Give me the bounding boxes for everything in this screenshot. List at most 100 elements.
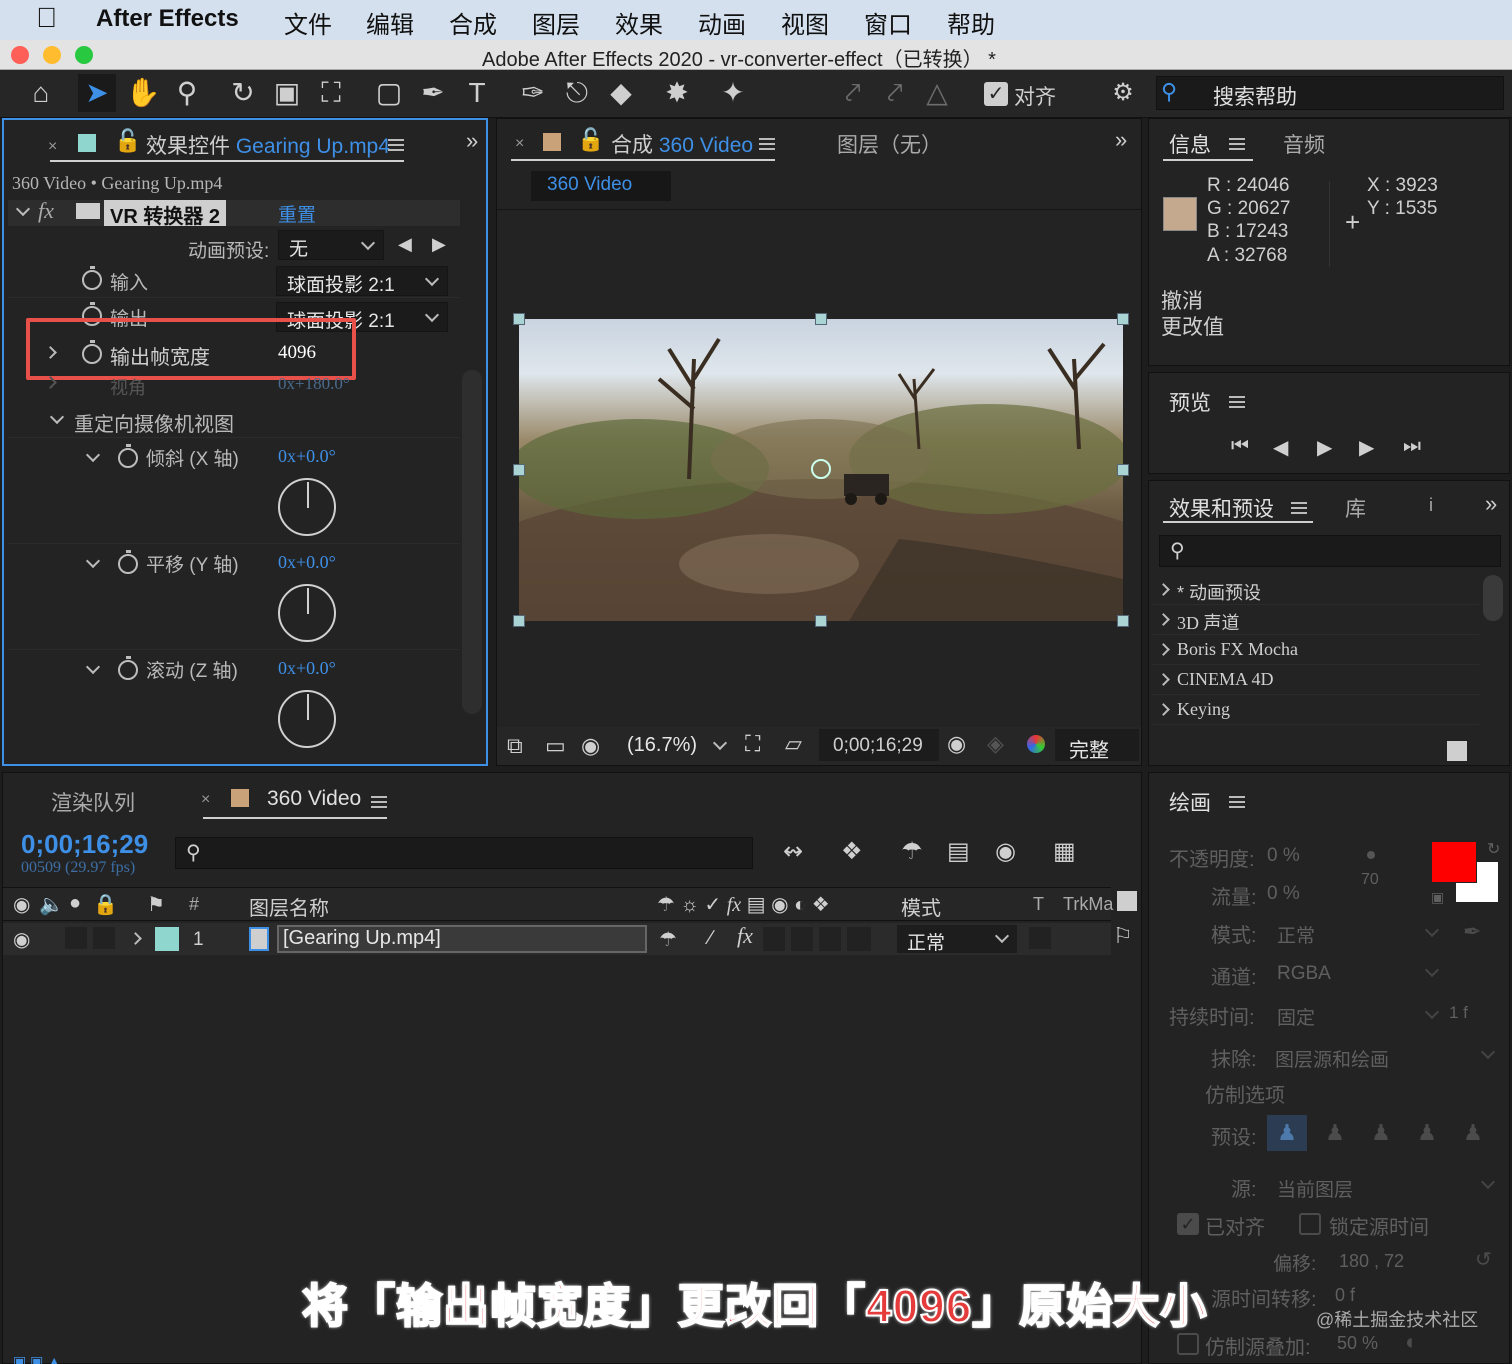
panel-overflow-icon[interactable]: » (466, 128, 478, 154)
first-frame-icon[interactable]: ⏮ (1231, 435, 1249, 458)
tab-render-queue[interactable]: 渲染队列 (51, 787, 135, 817)
tab-info[interactable]: 信息 (1169, 129, 1211, 159)
always-preview-icon[interactable]: ⧉ (507, 733, 523, 759)
transform-handle[interactable] (1117, 313, 1129, 325)
home-icon[interactable]: ⌂ (22, 74, 60, 112)
stopwatch-icon[interactable] (82, 266, 102, 290)
zoom-window-button[interactable] (75, 46, 93, 64)
layer-label-swatch[interactable] (155, 927, 179, 951)
collapse-property-icon[interactable] (85, 659, 101, 675)
source-dropdown[interactable]: 当前图层 (1277, 1175, 1353, 1202)
comp-sub-tab[interactable]: 360 Video (531, 171, 671, 201)
rotate-tool-icon[interactable]: ↻ (224, 74, 262, 112)
camera-tool-icon[interactable]: ▣ (268, 74, 306, 112)
menu-help[interactable]: 帮助 (947, 5, 995, 40)
clone-overlay-checkbox[interactable] (1177, 1333, 1199, 1355)
paint-title[interactable]: 绘画 (1169, 787, 1211, 817)
panel-menu-icon[interactable] (759, 137, 775, 155)
panel-menu-icon[interactable] (1229, 137, 1245, 155)
zoom-level-dropdown[interactable]: (16.7%) (627, 734, 697, 757)
shy-switch-icon[interactable]: ☂ (659, 927, 677, 952)
menu-animation[interactable]: 动画 (698, 5, 746, 40)
layer-search-input[interactable]: ⚲ (175, 837, 753, 869)
graph-editor-icon[interactable]: ▦ (1053, 837, 1076, 866)
info-icon[interactable]: i (1429, 495, 1433, 516)
collapse-property-icon[interactable] (85, 447, 101, 463)
menu-effect[interactable]: 效果 (615, 5, 663, 40)
rectangle-tool-icon[interactable]: ▢ (370, 74, 408, 112)
roll-value[interactable]: 0x+0.0° (278, 658, 336, 679)
aligned-checkbox[interactable]: ✓ (1177, 1213, 1199, 1235)
hand-tool-icon[interactable]: ✋ (124, 74, 162, 112)
lock-icon[interactable]: 🔒 (93, 892, 118, 917)
panel-menu-icon[interactable] (1229, 395, 1245, 413)
panel-menu-icon[interactable] (1229, 795, 1245, 813)
workspace-icon[interactable]: ⚙ (1104, 74, 1142, 112)
list-item[interactable]: Keying (1153, 695, 1479, 725)
solo-toggle[interactable] (65, 927, 87, 949)
bookmark-icon[interactable] (1117, 891, 1137, 911)
expand-layer-icon[interactable] (129, 932, 142, 945)
reset-link[interactable]: 重置 (278, 200, 316, 227)
duration-dropdown[interactable]: 固定 (1277, 1003, 1315, 1030)
clone-preset-2-icon[interactable]: ♟ (1315, 1115, 1355, 1151)
menu-window[interactable]: 窗口 (864, 5, 912, 40)
pan-behind-tool-icon[interactable]: ⛶ (312, 74, 350, 112)
effects-presets-title[interactable]: 效果和预设 (1169, 493, 1274, 523)
fx-icon[interactable]: fx (38, 198, 54, 224)
opacity-value[interactable]: 0 % (1267, 845, 1300, 867)
clone-preset-1-icon[interactable]: ♟ (1267, 1115, 1307, 1151)
effect-name[interactable]: VR 转换器 2 (104, 200, 227, 228)
collapse-group-icon[interactable] (49, 409, 65, 425)
close-tab-icon[interactable]: × (48, 138, 57, 156)
play-icon[interactable]: ▶ (1317, 435, 1332, 460)
next-frame-icon[interactable]: ▶ (1359, 435, 1374, 460)
help-search-field[interactable]: ⚲ 搜索帮助 (1156, 76, 1504, 110)
previous-preset-icon[interactable]: ◀ (398, 234, 412, 255)
puppet-pin-tool-icon[interactable]: ✦ (714, 74, 752, 112)
clone-stamp-tool-icon[interactable]: ⎋ (558, 74, 596, 112)
source-time-shift-value[interactable]: 0 f (1335, 1285, 1355, 1306)
quality-switch-icon[interactable]: ∕ (709, 927, 712, 950)
brush-tool-icon[interactable]: ✑ (514, 74, 552, 112)
show-snapshot-icon[interactable]: ◈ (987, 731, 1004, 757)
mode-dropdown[interactable]: 正常 (1277, 921, 1315, 948)
tab-timeline-comp[interactable]: 360 Video (267, 787, 361, 811)
draft-3d-icon[interactable]: ❖ (841, 837, 863, 866)
minimize-window-button[interactable] (43, 46, 61, 64)
clone-preset-4-icon[interactable]: ♟ (1407, 1115, 1447, 1151)
new-bin-icon[interactable] (1447, 741, 1467, 761)
close-tab-icon[interactable]: × (201, 791, 210, 809)
zoom-tool-icon[interactable]: ⚲ (168, 74, 206, 112)
previous-frame-icon[interactable]: ◀ (1273, 435, 1288, 460)
transform-handle[interactable] (1117, 615, 1129, 627)
last-frame-icon[interactable]: ⏭ (1403, 435, 1421, 458)
shy-layers-icon[interactable]: ☂ (901, 837, 923, 866)
swap-colors-icon[interactable]: ↻ (1487, 839, 1500, 859)
clone-preset-3-icon[interactable]: ♟ (1361, 1115, 1401, 1151)
text-tool-icon[interactable]: T (458, 74, 496, 112)
timeline-navigator[interactable]: ⚐ (1113, 887, 1141, 957)
menu-composition[interactable]: 合成 (449, 5, 497, 40)
speaker-icon[interactable]: 🔈 (39, 892, 64, 917)
timeline-timecode[interactable]: 0;00;16;29 (21, 829, 148, 860)
preserve-transparency-toggle[interactable] (1029, 927, 1051, 949)
duration-frames[interactable]: 1 f (1449, 1003, 1468, 1023)
channel-dropdown[interactable]: RGBA (1277, 963, 1331, 985)
tab-audio[interactable]: 音频 (1283, 129, 1325, 159)
pan-value[interactable]: 0x+0.0° (278, 552, 336, 573)
lock-source-time-checkbox[interactable] (1299, 1213, 1321, 1235)
clone-overlay-value[interactable]: 50 % (1337, 1333, 1378, 1354)
snap-checkbox[interactable]: ✓ (984, 82, 1008, 106)
preview-title[interactable]: 预览 (1169, 387, 1211, 417)
eyedropper-icon[interactable]: ✒ (1463, 919, 1481, 945)
default-colors-icon[interactable]: ▣ (1431, 889, 1444, 906)
layer-switches[interactable] (763, 927, 871, 951)
color-channels-icon[interactable] (1027, 735, 1045, 753)
transform-handle[interactable] (1117, 464, 1129, 476)
menu-layer[interactable]: 图层 (532, 5, 580, 40)
stopwatch-icon[interactable] (118, 550, 138, 574)
region-of-interest-icon[interactable]: ⛶ (745, 731, 760, 757)
fov-value[interactable]: 0x+180.0° (278, 374, 350, 394)
menu-edit[interactable]: 编辑 (366, 5, 414, 40)
